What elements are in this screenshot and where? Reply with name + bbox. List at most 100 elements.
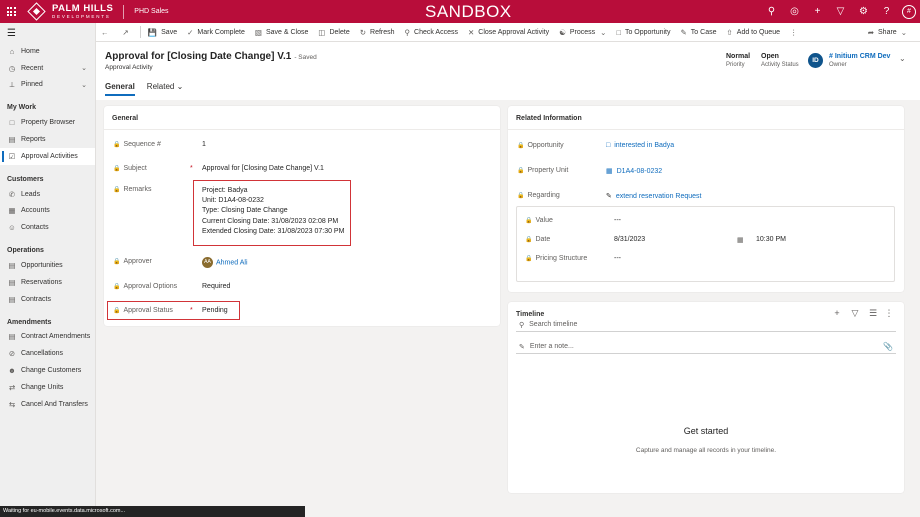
plus-icon[interactable]: + <box>806 6 829 17</box>
app-name[interactable]: PHD Sales <box>134 8 168 15</box>
environment-banner: SANDBOX <box>425 2 512 21</box>
pop-out-icon: ↗ <box>122 27 129 37</box>
share-button[interactable]: ➦ Share ⌄ <box>863 23 912 42</box>
delete-button[interactable]: ◫ Delete <box>313 23 354 42</box>
priority-field[interactable]: Normal Priority <box>726 53 750 69</box>
opportunity-link[interactable]: interested in Badya <box>614 142 674 149</box>
cancel-circle-icon: ⊘ <box>8 349 16 359</box>
chevron-down-icon[interactable]: ⌄ <box>81 64 87 72</box>
tab-general[interactable]: General <box>105 82 135 96</box>
regarding-value[interactable]: ✎ extend reservation Request <box>606 192 701 200</box>
sequence-value: 1 <box>202 141 206 148</box>
required-marker: * <box>190 165 193 172</box>
sidebar-item-opportunities[interactable]: ▤ Opportunities <box>0 257 95 274</box>
sidebar-item-reservations[interactable]: ▤ Reservations <box>0 274 95 291</box>
sidebar-item-reports[interactable]: ▤ Reports <box>0 131 95 148</box>
document-icon: □ <box>9 118 15 128</box>
attachment-icon[interactable]: 📎 <box>883 342 893 351</box>
opportunity-label: 🔒 Opportunity <box>517 142 564 149</box>
pencil-icon: ✎ <box>519 343 525 351</box>
owner-name[interactable]: # Initium CRM Dev <box>829 53 890 62</box>
section-title: Related Information <box>508 106 904 130</box>
app-launcher-button[interactable] <box>0 0 22 23</box>
regarding-label: 🔒 Regarding <box>517 192 560 199</box>
sidebar-item-contract-amendments[interactable]: ▤ Contract Amendments <box>0 329 95 346</box>
sidebar-item-cancel-and-transfers[interactable]: ⇆ Cancel And Transfers <box>0 396 95 413</box>
property-unit-label-text: Property Unit <box>527 167 569 174</box>
sidebar-item-pinned[interactable]: ⟂ Pinned ⌄ <box>0 77 95 94</box>
chevron-down-icon[interactable]: ⌄ <box>899 54 906 63</box>
refresh-button[interactable]: ↻ Refresh <box>355 23 400 42</box>
property-unit-label: 🔒 Property Unit <box>517 167 568 174</box>
sidebar-item-change-units[interactable]: ⇄ Change Units <box>0 379 95 396</box>
mark-complete-button[interactable]: ✓ Mark Complete <box>182 23 250 42</box>
lock-icon: 🔒 <box>113 142 121 148</box>
sidebar-item-change-customers[interactable]: ☻ Change Customers <box>0 362 95 379</box>
sidebar-item-home[interactable]: ⌂ Home <box>0 43 95 60</box>
more-commands-button[interactable]: ⋮ <box>785 23 807 42</box>
queue-icon: ⇧ <box>726 27 733 37</box>
to-case-button[interactable]: ✎ To Case <box>676 23 722 42</box>
sidebar-item-approval-activities[interactable]: ☑ Approval Activities <box>0 147 95 165</box>
priority-value: Normal <box>726 53 751 60</box>
lock-icon: 🔒 <box>525 256 533 262</box>
sidebar-item-contracts[interactable]: ▤ Contracts <box>0 291 95 308</box>
lock-icon: 🔒 <box>113 166 121 172</box>
details-subpanel: 🔒 Value --- 🔒 Date 8/31/2023 ▦ 10:30 PM 🔒 P… <box>516 206 895 282</box>
check-access-button[interactable]: ⚲ Check Access <box>400 23 463 42</box>
timeline-search-input[interactable]: ⚲ Search timeline <box>516 318 896 332</box>
owner-avatar[interactable]: ID <box>808 53 823 68</box>
calendar-icon[interactable]: ▦ <box>737 236 744 244</box>
search-icon[interactable]: ⚲ <box>760 6 783 17</box>
approval-options-value: Required <box>202 283 231 290</box>
timeline-note-input[interactable]: ✎ Enter a note... 📎 <box>516 340 896 354</box>
record-header: Approval for [Closing Date Change] V.1- … <box>96 42 920 100</box>
approver-value[interactable]: AA Ahmed Ali <box>202 257 248 268</box>
lock-icon: 🔒 <box>517 168 525 174</box>
company-logo[interactable]: PALM HILLS DEVELOPMENTS <box>27 0 113 23</box>
swap-icon: ⇄ <box>8 382 16 392</box>
filter-icon[interactable]: ▽ <box>829 6 852 17</box>
property-unit-link[interactable]: D1A4-08-0232 <box>617 168 663 175</box>
sidebar-item-accounts[interactable]: ▦ Accounts <box>0 203 95 220</box>
sidebar-item-leads[interactable]: ✆ Leads <box>0 186 95 203</box>
tab-related[interactable]: Related ⌄ <box>147 82 184 96</box>
search-placeholder: Search timeline <box>529 321 578 328</box>
opportunity-value[interactable]: □ interested in Badya <box>606 142 674 149</box>
activity-status-field[interactable]: Open Activity Status <box>761 53 799 69</box>
more-vertical-icon: ⋮ <box>789 27 798 37</box>
open-new-window-button[interactable]: ↗ <box>118 23 138 42</box>
save-button[interactable]: 💾 Save <box>143 23 182 42</box>
hamburger-icon[interactable]: ☰ <box>0 23 95 43</box>
close-approval-activity-button[interactable]: ✕ Close Approval Activity <box>463 23 554 42</box>
pencil-icon: ✎ <box>680 27 687 37</box>
back-button[interactable]: ← <box>96 23 118 42</box>
owner-field[interactable]: # Initium CRM Dev Owner <box>829 53 890 69</box>
date-value[interactable]: 8/31/2023 <box>614 236 645 243</box>
sidebar-item-label: Leads <box>21 190 41 198</box>
regarding-link[interactable]: extend reservation Request <box>616 193 702 200</box>
process-button[interactable]: ☯ Process ⌄ <box>554 23 611 42</box>
sidebar-item-contacts[interactable]: ☺ Contacts <box>0 219 95 236</box>
sidebar-item-cancellations[interactable]: ⊘ Cancellations <box>0 345 95 362</box>
to-opportunity-button[interactable]: □ To Opportunity <box>611 23 675 42</box>
sidebar-item-recent[interactable]: ◷ Recent ⌄ <box>0 60 95 77</box>
remarks-label-text: Remarks <box>123 186 152 193</box>
pricing-structure-label: 🔒 Pricing Structure <box>525 255 587 262</box>
save-close-icon: ▧ <box>254 27 262 37</box>
command-bar: ← ↗ 💾 Save ✓ Mark Complete ▧ Save & Close ◫… <box>96 23 920 42</box>
form-tabs: General Related ⌄ <box>105 82 195 96</box>
sidebar-item-property-browser[interactable]: □ Property Browser <box>0 114 95 131</box>
add-to-queue-button[interactable]: ⇧ Add to Queue <box>721 23 785 42</box>
help-icon[interactable]: ? <box>875 6 898 17</box>
command-divider <box>139 26 141 38</box>
approver-link[interactable]: Ahmed Ali <box>216 259 248 266</box>
user-avatar[interactable]: # <box>902 4 916 19</box>
gear-icon[interactable]: ⚙ <box>852 6 875 17</box>
property-unit-value[interactable]: ▦ D1A4-08-0232 <box>606 167 662 175</box>
chevron-down-icon[interactable]: ⌄ <box>81 81 87 89</box>
save-and-close-button[interactable]: ▧ Save & Close <box>250 23 314 42</box>
time-value[interactable]: 10:30 PM <box>756 236 786 243</box>
owner-label: Owner <box>829 61 847 68</box>
lightbulb-icon[interactable]: ◎ <box>783 6 806 17</box>
